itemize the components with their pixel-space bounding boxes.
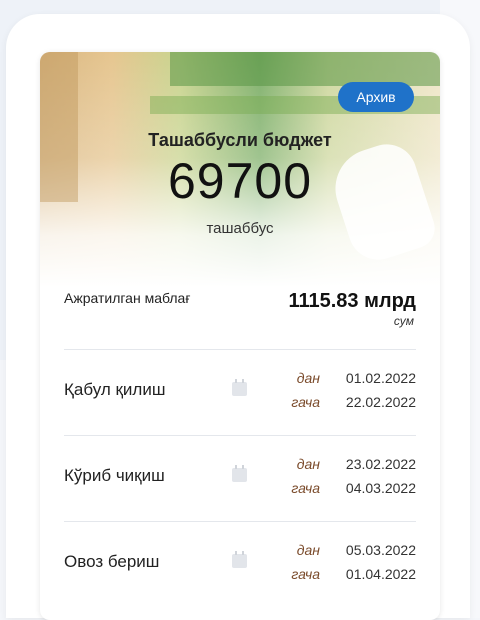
from-date: 05.03.2022 — [345, 542, 416, 558]
initiatives-count: 69700 — [167, 153, 313, 209]
to-label: гача — [291, 394, 320, 410]
allocation-unit: сум — [393, 314, 414, 328]
stage-from: дан 01.02.2022 — [297, 370, 416, 386]
hero-title: Ташаббусли бюджет — [148, 130, 332, 150]
archive-button[interactable]: Архив — [338, 82, 414, 112]
from-label: дан — [296, 370, 320, 386]
stage-label: Кўриб чиқиш — [64, 466, 165, 485]
to-date: 01.04.2022 — [345, 566, 416, 582]
stage-to: гача 04.03.2022 — [291, 480, 416, 496]
budget-card: Архив Ташаббусли бюджет 69700 ташаббус А… — [40, 52, 440, 620]
stage-from: дан 23.02.2022 — [297, 456, 416, 472]
stage-row-voting: Овоз бериш дан 05.03.2022 гача 01.04.2022 — [64, 521, 416, 602]
to-date: 22.02.2022 — [345, 394, 416, 410]
hero-decor-shelf — [170, 52, 440, 86]
stage-row-acceptance: Қабул қилиш дан 01.02.2022 гача 22.02.2022 — [64, 349, 416, 430]
from-label: дан — [296, 456, 320, 472]
calendar-icon — [232, 379, 247, 396]
allocation-value: 1115.83 млрд — [288, 290, 416, 312]
calendar-icon — [232, 551, 247, 568]
initiatives-unit: ташаббус — [206, 220, 274, 237]
from-label: дан — [296, 542, 320, 558]
from-date: 01.02.2022 — [345, 370, 416, 386]
stage-row-review: Кўриб чиқиш дан 23.02.2022 гача 04.03.2022 — [64, 435, 416, 516]
allocation-label: Ажратилган маблағ — [64, 290, 191, 306]
to-date: 04.03.2022 — [345, 480, 416, 496]
calendar-icon — [232, 465, 247, 482]
stage-from: дан 05.03.2022 — [297, 542, 416, 558]
to-label: гача — [291, 566, 320, 582]
stage-to: гача 01.04.2022 — [291, 566, 416, 582]
stage-label: Овоз бериш — [64, 552, 160, 571]
stage-to: гача 22.02.2022 — [291, 394, 416, 410]
from-date: 23.02.2022 — [345, 456, 416, 472]
to-label: гача — [291, 480, 320, 496]
stage-label: Қабул қилиш — [64, 380, 166, 399]
